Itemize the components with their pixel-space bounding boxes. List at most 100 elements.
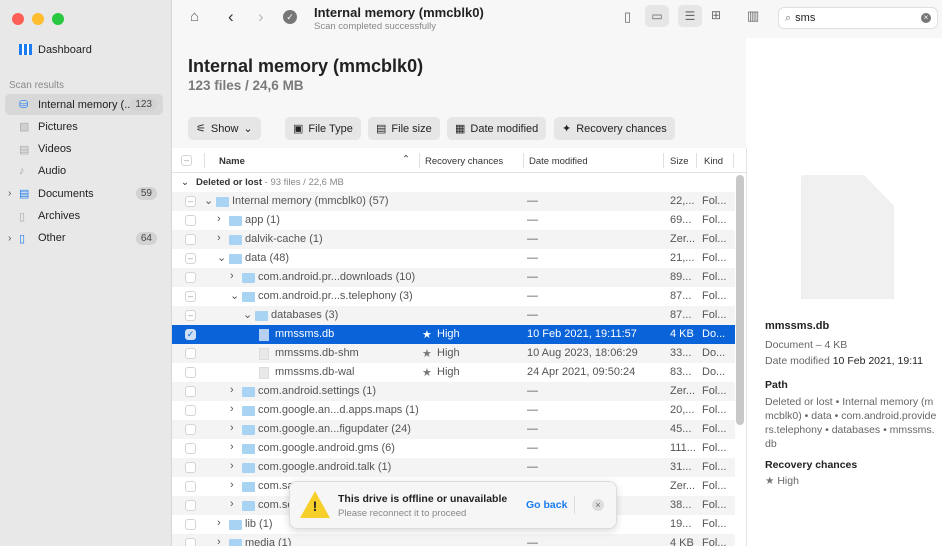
chevron-right-icon[interactable]: ›: [230, 403, 234, 415]
table-row[interactable]: – ⌄ databases (3) — 87... Fol...: [172, 306, 735, 325]
row-checkbox[interactable]: [185, 424, 196, 435]
go-back-button[interactable]: Go back: [526, 499, 567, 511]
chevron-right-icon[interactable]: ›: [217, 536, 221, 546]
group-label: Deleted or lost: [196, 177, 262, 188]
table-row[interactable]: › media (1) — 4 KB Fol...: [172, 534, 735, 546]
search-input[interactable]: sms: [795, 12, 815, 24]
file-type-filter-button[interactable]: ▣ File Type: [285, 117, 361, 140]
details-path-label: Path: [765, 379, 788, 391]
select-all-checkbox[interactable]: –: [181, 155, 192, 166]
row-checkbox[interactable]: [185, 367, 196, 378]
recovery-chances-filter-button[interactable]: ✦ Recovery chances: [554, 117, 675, 140]
table-row[interactable]: ✓ mmssms.db ★ High 10 Feb 2021, 19:11:57 4 KB…: [172, 325, 735, 344]
chevron-right-icon[interactable]: ›: [230, 422, 234, 434]
row-checkbox[interactable]: [185, 538, 196, 546]
folder-icon: [229, 235, 242, 245]
home-icon[interactable]: ⌂: [190, 8, 199, 25]
chevron-right-icon[interactable]: ›: [230, 498, 234, 510]
chevron-down-icon[interactable]: ⌄: [204, 194, 213, 207]
table-row[interactable]: › com.android.settings (1) — Zer... Fol...: [172, 382, 735, 401]
scrollbar[interactable]: [736, 175, 744, 425]
row-checkbox[interactable]: –: [185, 253, 196, 264]
chevron-right-icon[interactable]: ›: [230, 384, 234, 396]
table-row[interactable]: mmssms.db-wal ★ High 24 Apr 2021, 09:50:24 8…: [172, 363, 735, 382]
row-size: 4 KB: [670, 328, 694, 340]
row-checkbox[interactable]: [185, 405, 196, 416]
table-row[interactable]: › com.google.an...figupdater (24) — 45... Fo…: [172, 420, 735, 439]
row-checkbox[interactable]: [185, 386, 196, 397]
row-checkbox[interactable]: [185, 519, 196, 530]
preview-panel-icon[interactable]: ▥: [747, 8, 759, 24]
column-recovery[interactable]: Recovery chances: [425, 156, 503, 167]
back-icon[interactable]: ‹: [228, 7, 234, 27]
chevron-right-icon[interactable]: ›: [217, 232, 221, 244]
chevron-right-icon[interactable]: ›: [8, 233, 11, 244]
row-checkbox[interactable]: [185, 272, 196, 283]
show-filter-button[interactable]: ⚟ Show ⌄: [188, 117, 261, 140]
sidebar-item-pictures[interactable]: ▨ Pictures: [5, 116, 163, 137]
chevron-right-icon[interactable]: ›: [8, 188, 11, 199]
minimize-button[interactable]: [32, 13, 44, 25]
row-checkbox[interactable]: –: [185, 196, 196, 207]
toast-close-icon[interactable]: ×: [592, 499, 604, 511]
table-row[interactable]: mmssms.db-shm ★ High 10 Aug 2023, 18:06:29 3…: [172, 344, 735, 363]
chevron-right-icon[interactable]: ›: [217, 213, 221, 225]
row-checkbox[interactable]: [185, 481, 196, 492]
table-row[interactable]: › app (1) — 69... Fol...: [172, 211, 735, 230]
table-row[interactable]: › com.google.android.gms (6) — 111... Fol...: [172, 439, 735, 458]
table-row[interactable]: – ⌄ com.android.pr...s.telephony (3) — 87...…: [172, 287, 735, 306]
clear-search-icon[interactable]: ×: [921, 13, 931, 23]
chevron-right-icon[interactable]: ›: [230, 479, 234, 491]
search-field[interactable]: ⌕ sms ×: [778, 7, 938, 29]
folder-icon: [242, 501, 255, 511]
zoom-button[interactable]: [52, 13, 64, 25]
chevron-right-icon[interactable]: ›: [230, 460, 234, 472]
table-row[interactable]: › dalvik-cache (1) — Zer... Fol...: [172, 230, 735, 249]
chevron-right-icon[interactable]: ›: [217, 517, 221, 529]
sidebar-item-archives[interactable]: ▯ Archives: [5, 206, 163, 227]
sidebar-item-dashboard[interactable]: Dashboard: [5, 39, 163, 60]
row-checkbox[interactable]: [185, 500, 196, 511]
table-row[interactable]: – ⌄ data (48) — 21,... Fol...: [172, 249, 735, 268]
file-size-filter-button[interactable]: ▤ File size: [368, 117, 440, 140]
close-button[interactable]: [12, 13, 24, 25]
sidebar-item-documents[interactable]: › ▤ Documents 59: [5, 183, 163, 204]
row-recovery: High: [437, 347, 460, 359]
column-size[interactable]: Size: [670, 156, 688, 167]
file-view-icon[interactable]: ▯: [624, 9, 631, 25]
row-checkbox[interactable]: [185, 348, 196, 359]
column-kind[interactable]: Kind: [704, 156, 723, 167]
date-modified-filter-button[interactable]: ▦ Date modified: [447, 117, 547, 140]
row-checkbox[interactable]: [185, 462, 196, 473]
list-view-icon[interactable]: ☰: [678, 5, 702, 27]
sidebar-item-internal[interactable]: ⛁ Internal memory (... 123: [5, 94, 163, 115]
row-date: —: [527, 252, 538, 264]
row-checkbox[interactable]: –: [185, 291, 196, 302]
forward-icon[interactable]: ›: [258, 7, 264, 27]
chevron-down-icon[interactable]: ⌄: [243, 308, 252, 321]
chevron-right-icon[interactable]: ›: [230, 270, 234, 282]
sidebar-item-audio[interactable]: ♪ Audio: [5, 161, 163, 182]
grid-view-icon[interactable]: ⊞: [711, 8, 721, 22]
column-name[interactable]: Name: [219, 156, 245, 167]
table-row[interactable]: › com.google.an...d.apps.maps (1) — 20,... F…: [172, 401, 735, 420]
table-row[interactable]: – ⌄ Internal memory (mmcblk0) (57) — 22,... F…: [172, 192, 735, 211]
sidebar-item-label: Internal memory (...: [38, 98, 134, 111]
chevron-right-icon[interactable]: ›: [230, 441, 234, 453]
group-header[interactable]: ⌄ Deleted or lost - 93 files / 22,6 MB: [172, 173, 746, 192]
column-date[interactable]: Date modified: [529, 156, 588, 167]
row-kind: Fol...: [702, 290, 727, 302]
row-checkbox[interactable]: [185, 234, 196, 245]
row-checkbox[interactable]: [185, 443, 196, 454]
row-kind: Do...: [702, 328, 726, 340]
row-checkbox[interactable]: –: [185, 310, 196, 321]
chevron-down-icon[interactable]: ⌄: [217, 251, 226, 264]
chevron-down-icon[interactable]: ⌄: [230, 289, 239, 302]
row-checkbox[interactable]: [185, 215, 196, 226]
row-checkbox[interactable]: ✓: [185, 329, 196, 340]
sidebar-item-other[interactable]: › ▯ Other 64: [5, 228, 163, 249]
folder-view-icon[interactable]: ▭: [645, 5, 669, 27]
sidebar-item-videos[interactable]: ▤ Videos: [5, 139, 163, 160]
table-row[interactable]: › com.android.pr...downloads (10) — 89... Fo…: [172, 268, 735, 287]
table-row[interactable]: › com.google.android.talk (1) — 31... Fol...: [172, 458, 735, 477]
